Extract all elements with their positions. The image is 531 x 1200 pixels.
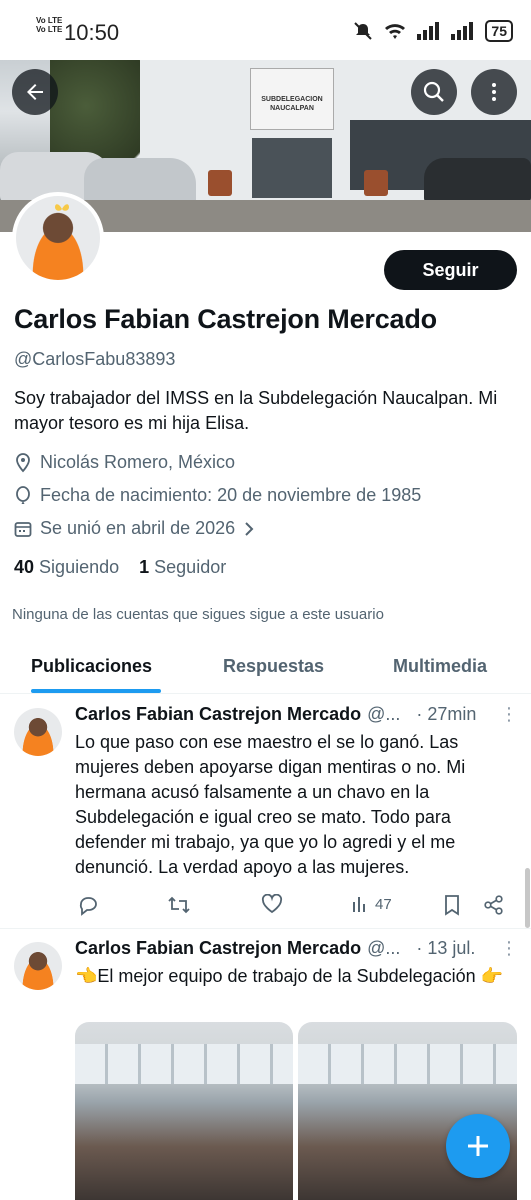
status-bar: Vo LTE Vo LTE 10:50 75 — [0, 0, 531, 60]
lte-bottom: Vo LTE — [36, 25, 63, 34]
compose-post-button[interactable] — [446, 1114, 510, 1178]
following-label: Siguiendo — [39, 557, 120, 577]
reply-icon — [79, 897, 97, 916]
follow-button[interactable]: Seguir — [384, 250, 517, 290]
active-tab-indicator — [31, 689, 161, 693]
clock: 10:50 — [64, 20, 120, 45]
post-text: Lo que paso con ese maestro el se lo gan… — [75, 732, 466, 877]
joined-text: Se unió en abril de 2026 — [40, 518, 236, 538]
followers-count: 1 — [139, 557, 150, 577]
post-more-button[interactable]: ⋮ — [500, 938, 518, 959]
status-icons: 75 — [353, 20, 513, 42]
building-entrance — [252, 138, 332, 198]
battery-indicator: 75 — [485, 20, 513, 42]
arrow-left-icon — [27, 84, 43, 100]
profile-birthday: Fecha de nacimiento: 20 de noviembre de … — [14, 485, 421, 506]
tab-replies[interactable]: Respuestas — [223, 656, 324, 677]
mute-icon — [354, 22, 373, 40]
bookmark-icon — [445, 895, 459, 916]
post-avatar[interactable] — [14, 942, 62, 990]
profile-tabs: Publicaciones Respuestas Multimedia — [0, 642, 531, 694]
views-button[interactable]: 47 — [351, 894, 392, 914]
views-count: 47 — [375, 895, 392, 913]
search-button[interactable] — [411, 69, 457, 115]
post-divider — [0, 928, 531, 929]
post-author-name[interactable]: Carlos Fabian Castrejon Mercado — [75, 938, 361, 959]
plant-pot — [208, 170, 232, 196]
following-count: 40 — [14, 557, 35, 577]
back-button[interactable] — [12, 69, 58, 115]
post-header: Carlos Fabian Castrejon Mercado @... · 1… — [75, 938, 475, 959]
mutual-followers-note: Ninguna de las cuentas que sigues sigue … — [12, 606, 384, 623]
profile-name: Carlos Fabian Castrejon Mercado — [14, 304, 437, 334]
plant-pot — [364, 170, 388, 196]
post-author-handle[interactable]: @... — [367, 938, 400, 959]
balloon-icon — [16, 485, 30, 504]
more-options-button[interactable] — [471, 69, 517, 115]
calendar-icon — [14, 521, 32, 537]
bookmark-button[interactable] — [443, 894, 461, 916]
repost-button[interactable] — [167, 894, 191, 916]
reply-button[interactable] — [77, 894, 99, 916]
post-avatar[interactable] — [14, 708, 62, 756]
share-button[interactable] — [483, 894, 505, 916]
birthday-text: Fecha de nacimiento: 20 de noviembre de … — [40, 485, 422, 505]
profile-location: Nicolás Romero, México — [14, 452, 235, 473]
repost-icon — [168, 896, 190, 914]
location-pin-icon — [16, 452, 30, 472]
bar-chart-icon — [353, 897, 365, 912]
signal-icon-2 — [451, 22, 474, 40]
following-link[interactable]: 40 Siguiendo — [14, 557, 119, 578]
signal-icon — [417, 22, 440, 40]
post-actions: 47 — [75, 894, 515, 918]
photo-window — [298, 1044, 517, 1084]
tab-posts[interactable]: Publicaciones — [31, 656, 152, 677]
profile-bio: Soy trabajador del IMSS en la Subdelegac… — [14, 388, 498, 433]
car — [424, 158, 531, 204]
heart-icon — [261, 894, 283, 914]
network-indicator: Vo LTE Vo LTE — [36, 16, 62, 34]
photo-window — [75, 1044, 293, 1084]
location-text: Nicolás Romero, México — [40, 452, 236, 472]
post-text: 👈El mejor equipo de trabajo de la Subdel… — [75, 966, 504, 986]
search-icon — [423, 81, 444, 102]
tab-media[interactable]: Multimedia — [393, 656, 487, 677]
building-sign: SUBDELEGACION NAUCALPAN — [250, 68, 334, 130]
butterfly-icon — [55, 204, 69, 211]
followers-link[interactable]: 1 Seguidor — [139, 557, 226, 578]
follow-counts: 40 Siguiendo 1 Seguidor — [14, 557, 226, 578]
followers-label: Seguidor — [154, 557, 227, 577]
plus-icon — [468, 1136, 488, 1156]
chevron-right-icon — [245, 521, 254, 536]
like-button[interactable] — [261, 894, 283, 914]
scrollbar[interactable] — [525, 868, 530, 928]
more-vertical-icon — [492, 83, 496, 101]
post-header: Carlos Fabian Castrejon Mercado @... · 2… — [75, 704, 476, 725]
post-author-name[interactable]: Carlos Fabian Castrejon Mercado — [75, 704, 361, 725]
wifi-icon — [385, 24, 406, 39]
share-icon — [484, 895, 503, 915]
post-author-handle[interactable]: @... — [367, 704, 400, 725]
profile-avatar[interactable] — [12, 192, 104, 284]
post-time: · 13 jul. — [416, 938, 476, 958]
post-photo[interactable] — [75, 1022, 293, 1200]
post-time: · 27min — [416, 704, 477, 724]
post-more-button[interactable]: ⋮ — [500, 704, 518, 725]
profile-handle: @CarlosFabu83893 — [14, 349, 176, 369]
lte-top: Vo LTE — [36, 16, 63, 25]
profile-joined[interactable]: Se unió en abril de 2026 — [14, 518, 255, 539]
